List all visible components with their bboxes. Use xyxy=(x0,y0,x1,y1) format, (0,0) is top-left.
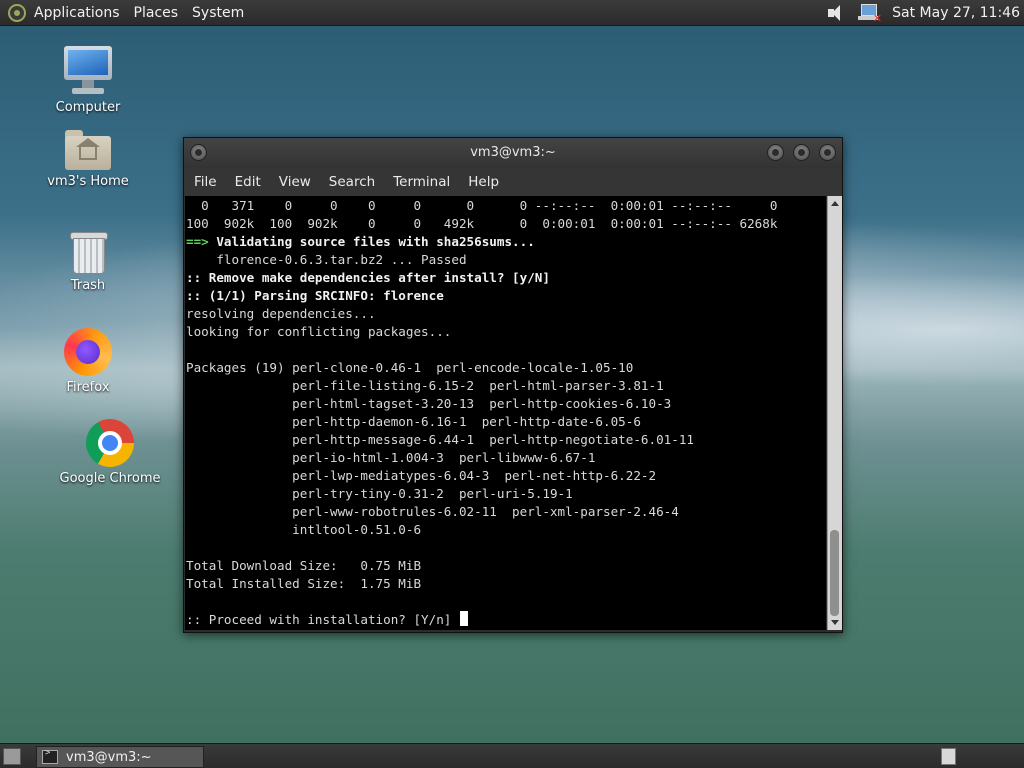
desktop-icon-label: vm3's Home xyxy=(47,174,129,189)
show-desktop-icon[interactable] xyxy=(3,748,21,765)
terminal-line: perl-html-tagset-3.20-13 perl-http-cooki… xyxy=(186,395,826,413)
arrow-prefix: ==> xyxy=(186,234,217,249)
terminal-line-text: :: Proceed with installation? [Y/n] xyxy=(186,612,459,627)
terminal-line-text: perl-html-tagset-3.20-13 perl-http-cooki… xyxy=(186,396,672,411)
firefox-icon xyxy=(64,328,112,376)
terminal-line-text: perl-lwp-mediatypes-6.04-3 perl-net-http… xyxy=(186,468,657,483)
terminal-line-text: Packages (19) perl-clone-0.46-1 perl-enc… xyxy=(186,360,634,375)
desktop-icon-label: Computer xyxy=(55,100,121,115)
terminal-line: perl-io-html-1.004-3 perl-libwww-6.67-1 xyxy=(186,449,826,467)
terminal-line-text: Validating source files with sha256sums.… xyxy=(216,234,535,249)
menu-terminal[interactable]: Terminal xyxy=(387,174,462,190)
terminal-line: ==> Validating source files with sha256s… xyxy=(186,233,826,251)
terminal-line: perl-http-message-6.44-1 perl-http-negot… xyxy=(186,431,826,449)
terminal-line: :: Remove make dependencies after instal… xyxy=(186,269,826,287)
terminal-line: perl-lwp-mediatypes-6.04-3 perl-net-http… xyxy=(186,467,826,485)
terminal-line-text: :: (1/1) Parsing SRCINFO: florence xyxy=(186,288,444,303)
top-panel: Applications Places System ✕ Sat May 27,… xyxy=(0,0,1024,26)
desktop-icon-label: Google Chrome xyxy=(59,471,161,486)
menu-search[interactable]: Search xyxy=(323,174,387,190)
terminal-line-text: perl-io-html-1.004-3 perl-libwww-6.67-1 xyxy=(186,450,596,465)
desktop-icon-chrome[interactable]: Google Chrome xyxy=(55,419,165,486)
terminal-line: perl-try-tiny-0.31-2 perl-uri-5.19-1 xyxy=(186,485,826,503)
terminal-line: perl-www-robotrules-6.02-11 perl-xml-par… xyxy=(186,503,826,521)
menu-file[interactable]: File xyxy=(188,174,229,190)
desktop-icon-firefox[interactable]: Firefox xyxy=(33,328,143,395)
desktop-icon-trash[interactable]: Trash xyxy=(33,230,143,293)
terminal-line-text: perl-http-message-6.44-1 perl-http-negot… xyxy=(186,432,694,447)
terminal-line: :: (1/1) Parsing SRCINFO: florence xyxy=(186,287,826,305)
terminal-line: Packages (19) perl-clone-0.46-1 perl-enc… xyxy=(186,359,826,377)
terminal-line-text: 100 902k 100 902k 0 0 492k 0 0:00:01 0:0… xyxy=(186,216,778,231)
terminal-line-text: perl-try-tiny-0.31-2 perl-uri-5.19-1 xyxy=(186,486,573,501)
minimize-button[interactable] xyxy=(767,144,784,161)
terminal-line-text: perl-www-robotrules-6.02-11 perl-xml-par… xyxy=(186,504,679,519)
terminal-line: florence-0.6.3.tar.bz2 ... Passed xyxy=(186,251,826,269)
scroll-up-arrow-icon[interactable] xyxy=(831,201,839,206)
terminal-line-text: Total Download Size: 0.75 MiB xyxy=(186,558,422,573)
window-menu-button[interactable] xyxy=(190,144,207,161)
computer-icon xyxy=(64,46,112,96)
menu-help[interactable]: Help xyxy=(462,174,511,190)
taskbar-label: vm3@vm3:~ xyxy=(66,749,152,765)
window-titlebar[interactable]: vm3@vm3:~ xyxy=(184,138,842,168)
terminal-window[interactable]: vm3@vm3:~ File Edit View Search Terminal… xyxy=(183,137,843,633)
terminal-line-text: florence-0.6.3.tar.bz2 ... Passed xyxy=(186,252,467,267)
terminal-line: Total Installed Size: 1.75 MiB xyxy=(186,575,826,593)
terminal-menubar: File Edit View Search Terminal Help xyxy=(184,168,842,196)
places-menu[interactable]: Places xyxy=(134,5,179,21)
terminal-line-text: resolving dependencies... xyxy=(186,306,376,321)
terminal-line: resolving dependencies... xyxy=(186,305,826,323)
terminal-line-text: intltool-0.51.0-6 xyxy=(186,522,422,537)
desktop-icon-home[interactable]: vm3's Home xyxy=(33,130,143,189)
terminal-line: 100 902k 100 902k 0 0 492k 0 0:00:01 0:0… xyxy=(186,215,826,233)
terminal-line: looking for conflicting packages... xyxy=(186,323,826,341)
desktop-icon-label: Trash xyxy=(70,278,106,293)
clock[interactable]: Sat May 27, 11:46 xyxy=(892,5,1020,21)
terminal-line-text: Total Installed Size: 1.75 MiB xyxy=(186,576,422,591)
desktop-icon-label: Firefox xyxy=(66,380,110,395)
terminal-line-text: 0 371 0 0 0 0 0 0 --:--:-- 0:00:01 --:--… xyxy=(186,198,778,213)
scrollbar-thumb[interactable] xyxy=(830,530,839,616)
maximize-button[interactable] xyxy=(793,144,810,161)
speaker-icon[interactable] xyxy=(826,4,848,22)
terminal-line-text: :: Remove make dependencies after instal… xyxy=(186,270,550,285)
bottom-panel: vm3@vm3:~ xyxy=(0,743,1024,768)
menu-edit[interactable]: Edit xyxy=(229,174,273,190)
panel-tray: ✕ Sat May 27, 11:46 xyxy=(826,0,1020,25)
home-folder-icon xyxy=(65,130,111,170)
chrome-icon xyxy=(86,419,134,467)
taskbar-terminal-button[interactable]: vm3@vm3:~ xyxy=(36,746,204,768)
workspace-switcher[interactable] xyxy=(941,748,956,765)
terminal-icon xyxy=(42,748,58,764)
terminal-line: intltool-0.51.0-6 xyxy=(186,521,826,539)
terminal-line: :: Proceed with installation? [Y/n] xyxy=(186,611,826,629)
terminal-cursor xyxy=(459,611,468,626)
network-offline-icon[interactable]: ✕ xyxy=(856,3,882,25)
terminal-lines: 0 371 0 0 0 0 0 0 --:--:-- 0:00:01 --:--… xyxy=(185,196,826,629)
menu-logo-icon[interactable] xyxy=(8,3,26,22)
terminal-line-text: perl-http-daemon-6.16-1 perl-http-date-6… xyxy=(186,414,641,429)
window-title: vm3@vm3:~ xyxy=(470,145,556,160)
applications-menu[interactable]: Applications xyxy=(34,5,120,21)
close-button[interactable] xyxy=(819,144,836,161)
terminal-scrollbar[interactable] xyxy=(827,196,842,630)
menu-view[interactable]: View xyxy=(273,174,323,190)
system-menu[interactable]: System xyxy=(192,5,244,21)
terminal-line: perl-file-listing-6.15-2 perl-html-parse… xyxy=(186,377,826,395)
terminal-line: perl-http-daemon-6.16-1 perl-http-date-6… xyxy=(186,413,826,431)
trash-icon xyxy=(70,230,108,274)
terminal-line: Total Download Size: 0.75 MiB xyxy=(186,557,826,575)
terminal-output[interactable]: 0 371 0 0 0 0 0 0 --:--:-- 0:00:01 --:--… xyxy=(185,196,826,630)
terminal-line-text: perl-file-listing-6.15-2 perl-html-parse… xyxy=(186,378,664,393)
scroll-down-arrow-icon[interactable] xyxy=(831,620,839,625)
terminal-line-text: looking for conflicting packages... xyxy=(186,324,452,339)
desktop-icon-computer[interactable]: Computer xyxy=(33,46,143,115)
terminal-line: 0 371 0 0 0 0 0 0 --:--:-- 0:00:01 --:--… xyxy=(186,197,826,215)
